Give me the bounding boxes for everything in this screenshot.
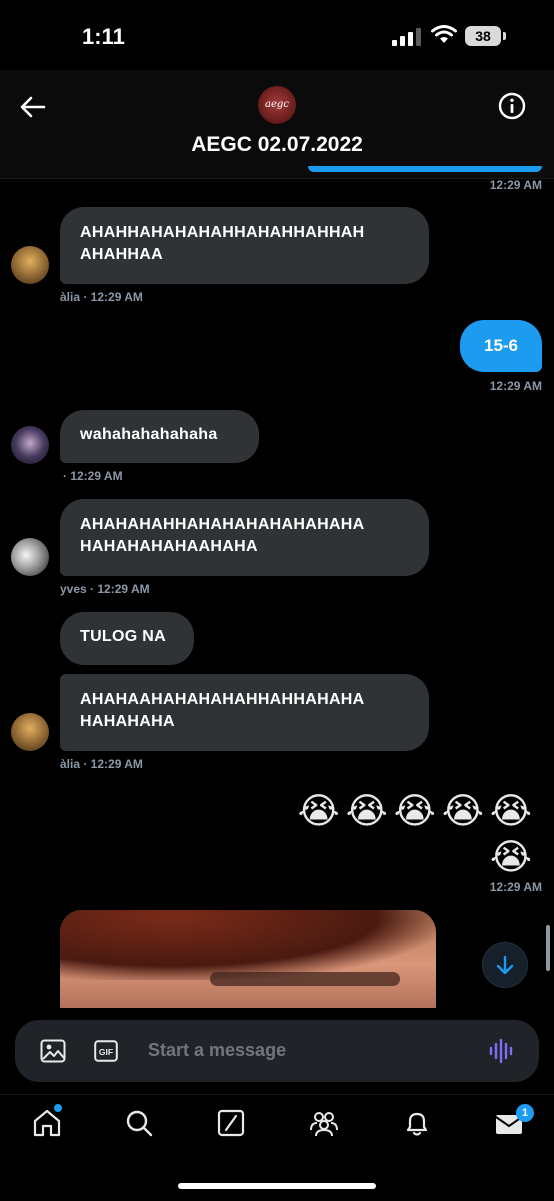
message-bubble-incoming[interactable]: wahahahahahaha: [60, 410, 259, 463]
message-input[interactable]: Start a message: [148, 1040, 286, 1061]
message-bubble-outgoing[interactable]: 15-6: [460, 320, 542, 372]
scrollbar[interactable]: [546, 925, 550, 971]
back-arrow-icon[interactable]: [18, 92, 48, 122]
search-icon[interactable]: [124, 1108, 154, 1138]
notification-dot: [54, 1104, 62, 1112]
message-timestamp: 12:29 AM: [489, 178, 542, 192]
message-bubble-incoming[interactable]: AHAHHAHAHAHAHHAHAHHAHHAH AHAHHAA: [60, 207, 429, 284]
messages-count-badge: 1: [516, 1104, 534, 1122]
message-text: AHAHHAA: [80, 246, 163, 263]
message-text: TULOG NA: [80, 628, 166, 645]
message-text: AHAHHAHAHAHAHHAHAHHAHHAH: [80, 224, 365, 241]
group-avatar[interactable]: aegc: [258, 86, 296, 124]
message-meta: àlia · 12:29 AM: [60, 757, 143, 771]
status-bar: 1:11 38: [0, 0, 554, 70]
avatar-alia[interactable]: [11, 246, 49, 284]
conversation-header: aegc AEGC 02.07.2022: [0, 70, 554, 179]
arrow-down-icon: [496, 955, 514, 975]
message-bubble-incoming[interactable]: TULOG NA: [60, 612, 194, 665]
message-bubble-incoming[interactable]: AHAHAAHAHAHAHAHHAHHAHAHA HAHAHAHA: [60, 674, 429, 751]
gif-icon[interactable]: GIF: [94, 1040, 118, 1062]
svg-text:GIF: GIF: [99, 1047, 113, 1057]
info-icon[interactable]: [498, 92, 526, 120]
home-icon[interactable]: [32, 1108, 62, 1138]
message-timestamp: 12:29 AM: [489, 880, 542, 894]
battery-icon: 38: [465, 26, 501, 46]
home-indicator[interactable]: [178, 1183, 376, 1189]
avatar-yves[interactable]: [11, 538, 49, 576]
avatar-alia[interactable]: [11, 713, 49, 751]
scroll-to-bottom-button[interactable]: [482, 942, 528, 988]
battery-cap: [503, 32, 506, 40]
wifi-icon: [431, 25, 457, 43]
gif-image-detail: [60, 910, 436, 980]
message-text: AHAHAAHAHAHAHAHHAHHAHAHA: [80, 691, 365, 708]
outgoing-message-bubble-partial[interactable]: [308, 166, 542, 172]
voice-message-icon[interactable]: [488, 1037, 516, 1065]
message-text: wahahahahahaha: [80, 426, 218, 443]
message-text: HAHAHAHA: [80, 713, 175, 730]
emoji-line: 😭😭😭😭😭: [297, 790, 538, 831]
message-text: AHAHAHAHHAHAHAHAHAHAHAHA: [80, 516, 365, 533]
message-bubble-incoming[interactable]: AHAHAHAHHAHAHAHAHAHAHAHA HAHAHAHAHAAHAHA: [60, 499, 429, 576]
message-meta: yves · 12:29 AM: [60, 582, 150, 596]
gif-image-detail: [210, 972, 400, 986]
avatar-member[interactable]: [11, 426, 49, 464]
emoji-line: 😭: [489, 836, 538, 877]
status-time: 1:11: [82, 24, 125, 49]
grok-icon[interactable]: [216, 1108, 246, 1138]
cellular-signal-icon: [392, 28, 421, 46]
message-text: HAHAHAHAHAAHAHA: [80, 538, 258, 555]
message-text: 15-6: [483, 336, 519, 355]
message-meta: · 12:29 AM: [63, 469, 123, 483]
image-icon[interactable]: [40, 1039, 66, 1063]
conversation-title[interactable]: AEGC 02.07.2022: [0, 133, 554, 157]
emoji-message[interactable]: 😭😭😭😭😭 😭: [298, 788, 538, 880]
message-timestamp: 12:29 AM: [489, 379, 542, 393]
notifications-bell-icon[interactable]: [402, 1108, 432, 1138]
communities-icon[interactable]: [309, 1108, 339, 1138]
message-meta: àlia · 12:29 AM: [60, 290, 143, 304]
